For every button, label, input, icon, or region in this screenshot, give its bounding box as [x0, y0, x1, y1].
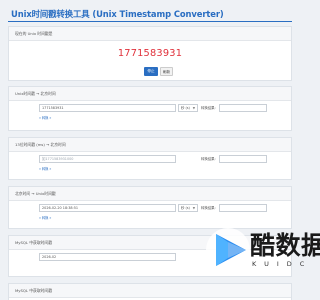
- unix-to-date-header: Unix时间戳 → 北京时间: [9, 87, 291, 101]
- date-unit-value: 秒 (s): [181, 206, 190, 210]
- refresh-button[interactable]: 刷新: [160, 67, 173, 76]
- ms-timestamp-input[interactable]: 如1771583931000: [39, 155, 176, 163]
- unix-timestamp-input[interactable]: 1771583931: [39, 104, 176, 112]
- ms-result-output: [219, 155, 267, 163]
- timestamp-converter-page: Unix时间戳转换工具 (Unix Timestamp Converter) 现…: [0, 0, 320, 300]
- date-input[interactable]: 2026-02-20 18:38:51: [39, 204, 176, 212]
- chevron-down-icon: ▼: [192, 106, 195, 110]
- date-convert-button[interactable]: » 转换 »: [37, 215, 53, 223]
- unix-to-date-card: Unix时间戳 → 北京时间 1771583931 秒 (s) ▼ 转换结果: …: [8, 86, 292, 131]
- title-divider: [8, 21, 292, 22]
- play-triangle-icon: [206, 228, 250, 272]
- unix-unit-select[interactable]: 秒 (s) ▼: [178, 104, 198, 112]
- unix-result-output: [219, 104, 267, 112]
- chevron-down-icon: ▼: [192, 206, 195, 210]
- date-result-label: 转换结果:: [201, 206, 216, 210]
- watermark-subtext: KUIDC: [252, 260, 313, 268]
- stop-button[interactable]: 停止: [144, 67, 158, 76]
- current-timestamp-header: 现在的 Unix 时间戳是: [9, 27, 291, 41]
- unix-unit-value: 秒 (s): [181, 106, 190, 110]
- current-timestamp-card: 现在的 Unix 时间戳是 1771583931 停止 刷新: [8, 26, 292, 81]
- ms-result-label: 转换结果:: [201, 157, 216, 161]
- ms-to-date-card: 13位时间戳 (ms) → 北京时间 如1771583931000 转换结果: …: [8, 137, 292, 180]
- ms-convert-button[interactable]: » 转换 »: [37, 166, 53, 174]
- date-result-output: [219, 204, 267, 212]
- unix-convert-button[interactable]: » 转换 »: [37, 115, 53, 123]
- watermark-brand: 酷数据: [250, 231, 320, 260]
- unix-result-label: 转换结果:: [201, 106, 216, 110]
- ms-to-date-header: 13位时间戳 (ms) → 北京时间: [9, 138, 291, 152]
- date-to-unix-header: 北京时间 → Unix时间戳: [9, 187, 291, 201]
- page-title: Unix时间戳转换工具 (Unix Timestamp Converter): [11, 9, 224, 19]
- date-unit-select[interactable]: 秒 (s) ▼: [178, 204, 198, 212]
- kuidc-watermark: 酷数据 KUIDC: [200, 214, 320, 300]
- current-timestamp-value: 1771583931: [117, 48, 183, 59]
- mysql-date-input[interactable]: 2026-02: [39, 253, 176, 261]
